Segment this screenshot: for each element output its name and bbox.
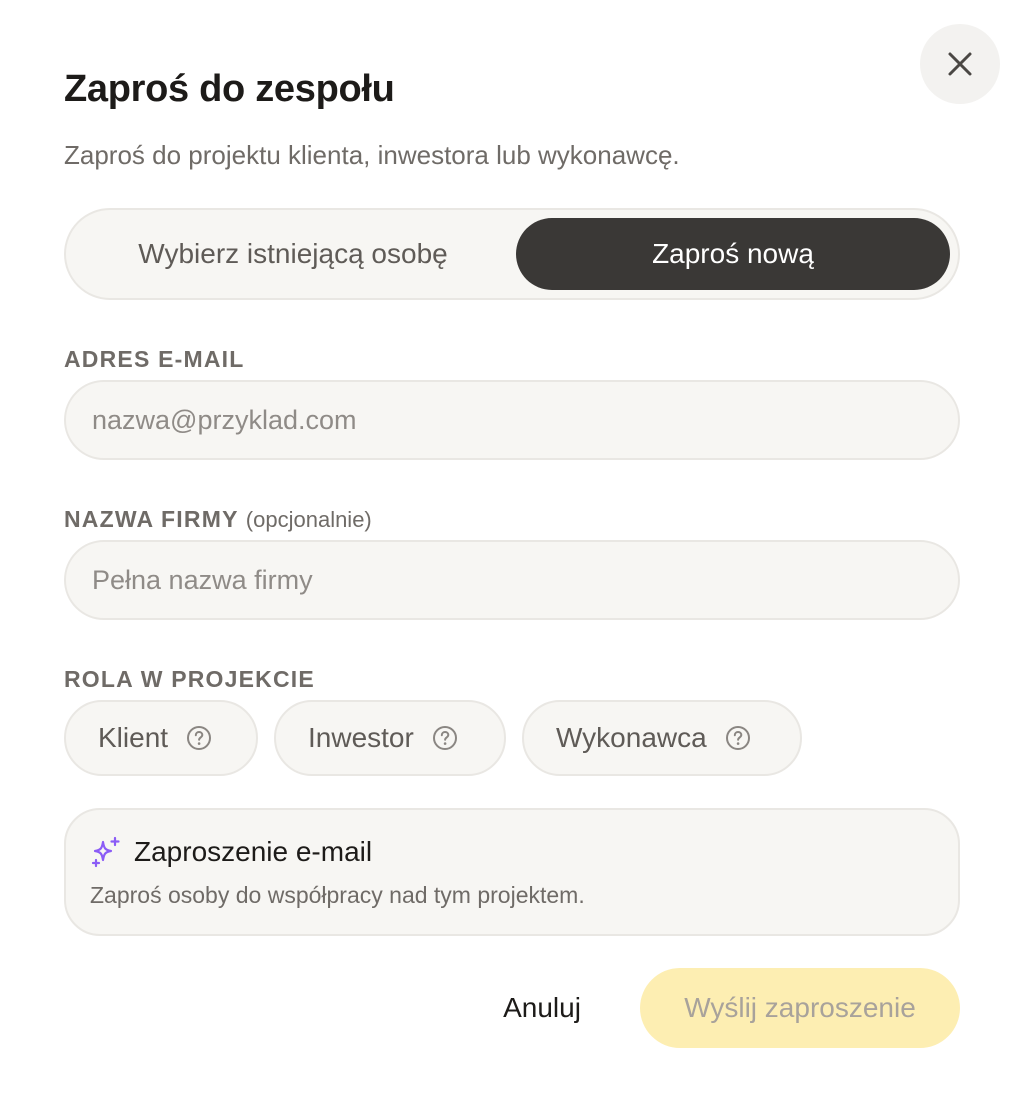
role-option-contractor[interactable]: Wykonawca	[522, 700, 802, 776]
sparkles-icon	[90, 836, 122, 868]
role-option-label: Wykonawca	[556, 722, 707, 753]
role-option-label: Inwestor	[308, 722, 414, 753]
help-circle-icon[interactable]	[725, 725, 751, 751]
toggle-existing-person[interactable]: Wybierz istniejącą osobę	[74, 218, 512, 290]
optional-note: (opcjonalnie)	[245, 507, 372, 532]
toggle-invite-new[interactable]: Zaproś nową	[516, 218, 950, 290]
company-label: NAZWA FIRMY (opcjonalnie)	[64, 506, 372, 533]
role-label: ROLA W PROJEKCIE	[64, 666, 315, 692]
email-input[interactable]	[64, 380, 960, 460]
company-input[interactable]	[64, 540, 960, 620]
mode-toggle: Wybierz istniejącą osobę Zaproś nową	[64, 208, 960, 300]
dialog-subtitle: Zaproś do projektu klienta, inwestora lu…	[64, 140, 680, 170]
send-invite-button[interactable]: Wyślij zaproszenie	[640, 968, 960, 1048]
info-card-header: Zaproszenie e-mail	[90, 836, 372, 868]
role-option-label: Klient	[98, 722, 169, 753]
cancel-button[interactable]: Anuluj	[480, 976, 604, 1040]
help-circle-icon[interactable]	[186, 725, 212, 751]
close-button[interactable]	[920, 24, 1000, 104]
email-label: ADRES E-MAIL	[64, 346, 245, 372]
info-card-description: Zaproś osoby do współpracy nad tym proje…	[90, 882, 585, 908]
role-option-client[interactable]: Klient	[64, 700, 258, 776]
info-card-title: Zaproszenie e-mail	[134, 836, 373, 867]
role-option-investor[interactable]: Inwestor	[274, 700, 506, 776]
help-circle-icon[interactable]	[432, 725, 458, 751]
dialog-title: Zaproś do zespołu	[64, 68, 395, 110]
close-icon	[946, 50, 974, 78]
company-label-text: NAZWA FIRMY	[64, 506, 239, 532]
email-invite-info-card: Zaproszenie e-mail Zaproś osoby do współ…	[64, 808, 960, 936]
